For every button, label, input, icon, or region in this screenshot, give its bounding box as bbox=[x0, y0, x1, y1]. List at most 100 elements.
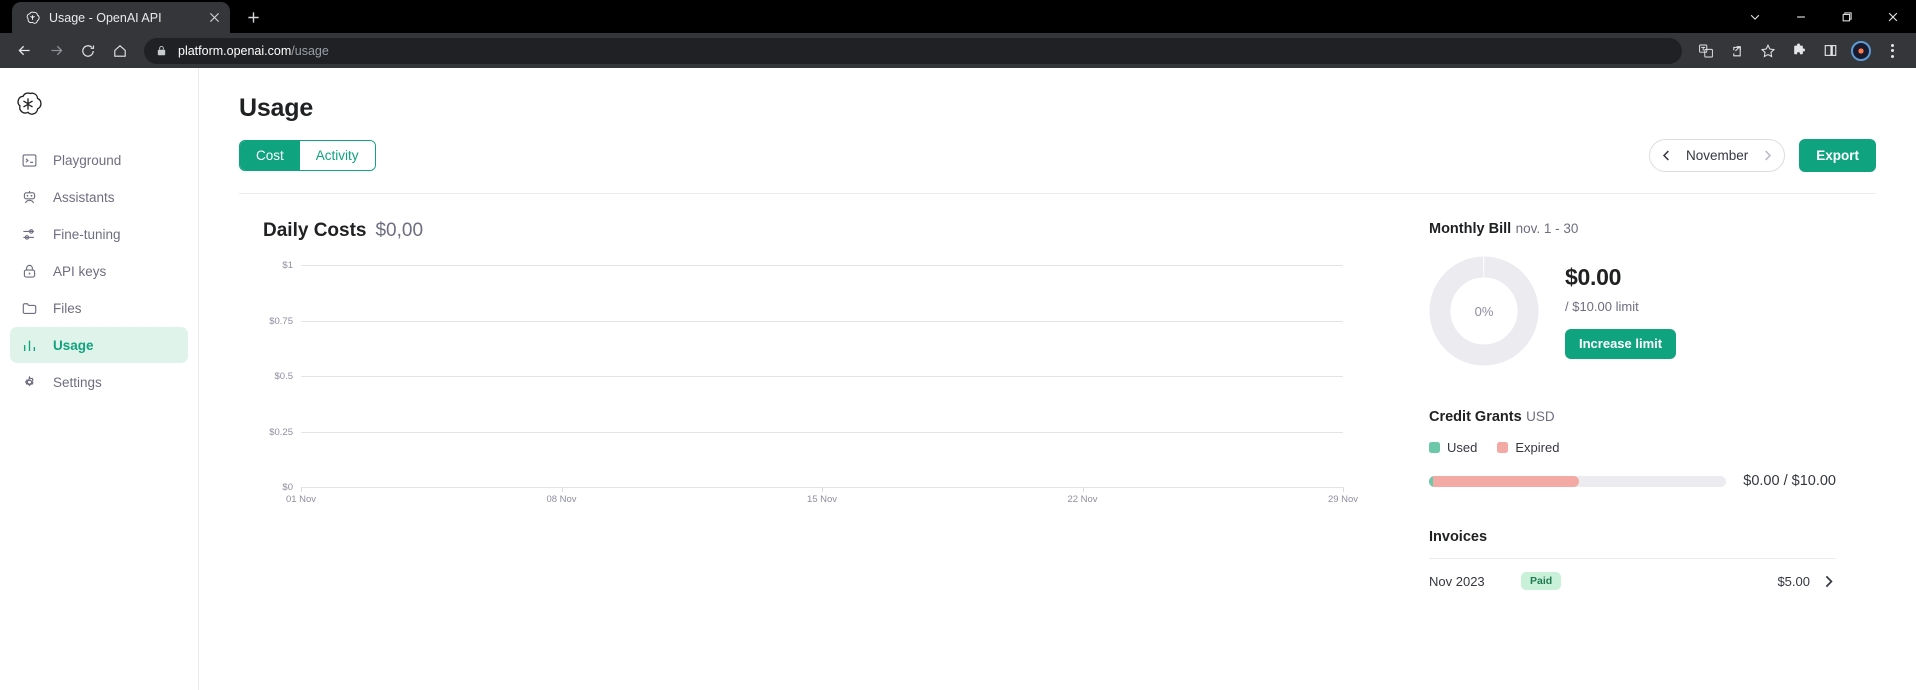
tab-activity[interactable]: Activity bbox=[299, 141, 375, 170]
chart-title: Daily Costs bbox=[263, 220, 367, 241]
chart-gridlines: $1 $0.75 $0.5 $0.25 $0 bbox=[269, 260, 1429, 493]
legend-item-used: Used bbox=[1429, 440, 1477, 455]
chart-x-tick-label: 22 Nov bbox=[1067, 494, 1098, 505]
sidebar-item-label: API keys bbox=[53, 263, 107, 279]
monthly-bill-details: $0.00 / $10.00 limit Increase limit bbox=[1565, 263, 1677, 359]
month-label: November bbox=[1685, 148, 1749, 163]
page-title: Usage bbox=[239, 94, 314, 122]
month-selector: November bbox=[1648, 139, 1786, 172]
chart-x-tick-label: 08 Nov bbox=[546, 494, 577, 505]
status-badge: Paid bbox=[1521, 572, 1562, 590]
invoices-title: Invoices bbox=[1429, 529, 1488, 545]
sidebar-item-label: Settings bbox=[53, 374, 102, 390]
bar-chart-icon bbox=[20, 336, 39, 355]
forward-arrow-icon[interactable] bbox=[41, 36, 71, 66]
daily-costs-chart-panel: Daily Costs $0,00 $1 $0.75 $0.5 $0.25 $0 01 … bbox=[239, 194, 1429, 603]
sidebar-item-usage[interactable]: Usage bbox=[10, 327, 188, 363]
sliders-icon bbox=[20, 225, 39, 244]
tab-title: Usage - OpenAI API bbox=[49, 10, 162, 25]
avatar bbox=[1851, 40, 1871, 61]
terminal-icon bbox=[20, 151, 39, 170]
invoice-date: Nov 2023 bbox=[1429, 573, 1485, 589]
translate-icon[interactable] bbox=[1691, 36, 1721, 66]
sidebar-item-settings[interactable]: Settings bbox=[10, 364, 188, 400]
invoices-section: Invoices Nov 2023 Paid $5.00 bbox=[1429, 529, 1836, 603]
share-icon[interactable] bbox=[1722, 36, 1752, 66]
chart-x-tick-mark bbox=[561, 487, 563, 492]
robot-icon bbox=[20, 188, 39, 207]
chart-gridline-rule bbox=[301, 320, 1343, 322]
increase-limit-button[interactable]: Increase limit bbox=[1565, 328, 1677, 359]
legend-item-expired: Expired bbox=[1497, 440, 1559, 455]
legend-label-used: Used bbox=[1447, 440, 1478, 455]
sidebar-item-playground[interactable]: Playground bbox=[10, 142, 188, 178]
legend-label-expired: Expired bbox=[1515, 440, 1560, 455]
monthly-bill-section: Monthly Bill nov. 1 - 30 0% $0.00 / $10.… bbox=[1429, 220, 1836, 366]
side-panel-icon[interactable] bbox=[1815, 36, 1845, 66]
openai-logo-icon[interactable] bbox=[14, 90, 44, 120]
sidebar-item-files[interactable]: Files bbox=[10, 290, 188, 326]
sidebar: Playground Assistants Fine-tuning API ke… bbox=[0, 68, 199, 690]
monthly-bill-limit: / $10.00 limit bbox=[1565, 298, 1639, 314]
back-arrow-icon[interactable] bbox=[9, 36, 39, 66]
credit-grants-bar-row: $0.00 / $10.00 bbox=[1429, 473, 1836, 489]
browser-tab[interactable]: Usage - OpenAI API bbox=[12, 2, 230, 33]
chrome-menu-icon[interactable] bbox=[1877, 36, 1907, 66]
credit-grants-heading: Credit Grants USD bbox=[1429, 408, 1836, 426]
chart-x-tick-label: 01 Nov bbox=[285, 494, 317, 505]
gear-icon bbox=[20, 373, 39, 392]
sidebar-item-api-keys[interactable]: API keys bbox=[10, 253, 188, 289]
monthly-bill-body: 0% $0.00 / $10.00 limit Increase limit bbox=[1429, 256, 1836, 366]
toolbar-right-icons bbox=[1691, 36, 1907, 66]
chart-header: Daily Costs $0,00 bbox=[263, 220, 1429, 242]
chevron-right-icon[interactable] bbox=[1760, 148, 1775, 163]
main-content: Usage Cost Activity November Export Dail… bbox=[199, 68, 1916, 690]
browser-window: Usage - OpenAI API platform.openai.com/u… bbox=[0, 0, 1916, 690]
url-path: /usage bbox=[291, 43, 329, 58]
chevron-left-icon[interactable] bbox=[1659, 148, 1674, 163]
tab-search-chevron-icon[interactable] bbox=[1732, 0, 1778, 33]
tab-close-icon[interactable] bbox=[206, 10, 222, 26]
chart-x-tick-mark bbox=[822, 487, 823, 492]
chart-gridline-rule bbox=[301, 431, 1343, 433]
lock-icon bbox=[156, 45, 168, 57]
credit-grants-progress-bar bbox=[1429, 475, 1727, 487]
chart-gridline: $0.5 bbox=[275, 371, 1343, 382]
chart-gridline-rule bbox=[301, 376, 1343, 377]
extensions-puzzle-icon[interactable] bbox=[1784, 36, 1814, 66]
sidebar-item-fine-tuning[interactable]: Fine-tuning bbox=[10, 216, 188, 252]
usage-header-row: Cost Activity November Export bbox=[239, 139, 1876, 172]
monthly-bill-heading: Monthly Bill nov. 1 - 30 bbox=[1429, 220, 1836, 238]
table-row[interactable]: Nov 2023 Paid $5.00 bbox=[1429, 559, 1836, 603]
close-icon[interactable] bbox=[1870, 0, 1916, 33]
browser-toolbar: platform.openai.com/usage bbox=[0, 33, 1916, 68]
chart-x-tick-mark bbox=[1343, 487, 1344, 492]
minimize-icon[interactable] bbox=[1778, 0, 1824, 33]
home-icon[interactable] bbox=[105, 36, 135, 66]
monthly-bill-title: Monthly Bill bbox=[1429, 221, 1512, 237]
chart-x-tick-label: 29 Nov bbox=[1327, 494, 1359, 505]
credit-grants-section: Credit Grants USD Used Expired $0.00 / $… bbox=[1429, 408, 1836, 489]
cost-activity-toggle: Cost Activity bbox=[239, 140, 376, 171]
maximize-icon[interactable] bbox=[1824, 0, 1870, 33]
legend-swatch-used bbox=[1429, 442, 1440, 453]
sidebar-item-assistants[interactable]: Assistants bbox=[10, 179, 188, 215]
sidebar-nav: Playground Assistants Fine-tuning API ke… bbox=[0, 142, 198, 400]
chart-plot-area: $1 $0.75 $0.5 $0.25 $0 01 Nov 08 Nov 15 Nov 22 … bbox=[261, 260, 1429, 505]
chart-total-amount: $0,00 bbox=[375, 220, 424, 241]
reload-icon[interactable] bbox=[73, 36, 103, 66]
chart-y-tick-label: $0.5 bbox=[274, 371, 294, 382]
profile-avatar-icon[interactable] bbox=[1846, 36, 1876, 66]
lock-icon bbox=[20, 262, 39, 281]
credit-grants-legend: Used Expired bbox=[1429, 440, 1836, 455]
new-tab-button[interactable] bbox=[239, 3, 267, 31]
chevron-right-icon[interactable] bbox=[1810, 574, 1836, 589]
export-button[interactable]: Export bbox=[1799, 139, 1876, 172]
monthly-bill-amount: $0.00 bbox=[1565, 263, 1622, 290]
address-bar[interactable]: platform.openai.com/usage bbox=[144, 37, 1682, 64]
credit-grants-value: $0.00 / $10.00 bbox=[1743, 473, 1836, 489]
tab-cost[interactable]: Cost bbox=[240, 141, 300, 170]
page-body: Playground Assistants Fine-tuning API ke… bbox=[0, 68, 1916, 690]
bookmark-star-icon[interactable] bbox=[1753, 36, 1783, 66]
sidebar-item-label: Playground bbox=[53, 152, 122, 168]
